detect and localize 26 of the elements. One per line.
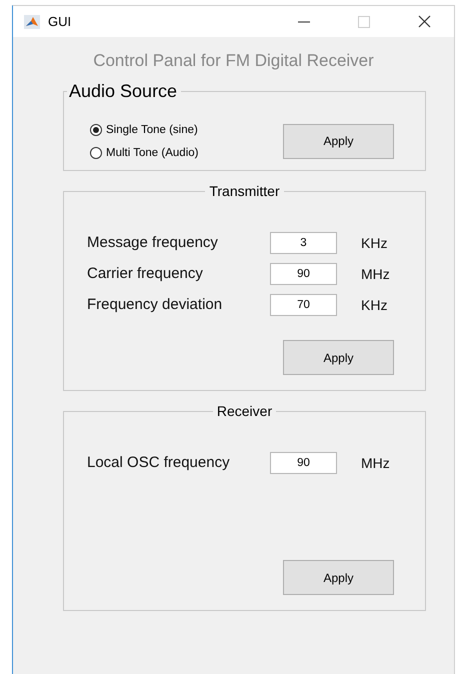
unit-label: MHz [361,454,390,470]
window-title: GUI [48,14,72,29]
close-icon [418,15,430,28]
input-field[interactable]: 90 [270,262,337,284]
apply-button[interactable]: Apply [283,560,394,595]
radio-option[interactable]: Single Tone (sine) [90,124,283,136]
field-label: Message frequency [86,234,219,251]
field-label: Carrier frequency [86,265,204,282]
unit-label: KHz [361,234,388,250]
field-label: Frequency deviation [86,296,224,313]
input-field[interactable]: 90 [270,452,337,474]
input-field[interactable]: 70 [270,294,337,316]
panel-title: Transmitter [208,183,281,199]
radio-option[interactable]: Multi Tone (Audio) [90,146,283,158]
app-icon [24,14,40,28]
maximize-icon [358,16,370,28]
apply-button[interactable]: Apply [283,340,394,375]
unit-label: MHz [361,266,390,282]
unit-label: KHz [361,296,388,312]
panel-title: Receiver [216,403,274,419]
minimize-icon [298,20,310,22]
heading: Control Panal for FM Digital Receiver [92,51,375,71]
apply-button[interactable]: Apply [283,124,394,158]
field-label: Local OSC frequency [86,454,231,471]
panel-title: Audio Source [68,81,178,102]
input-field[interactable]: 3 [270,232,337,254]
